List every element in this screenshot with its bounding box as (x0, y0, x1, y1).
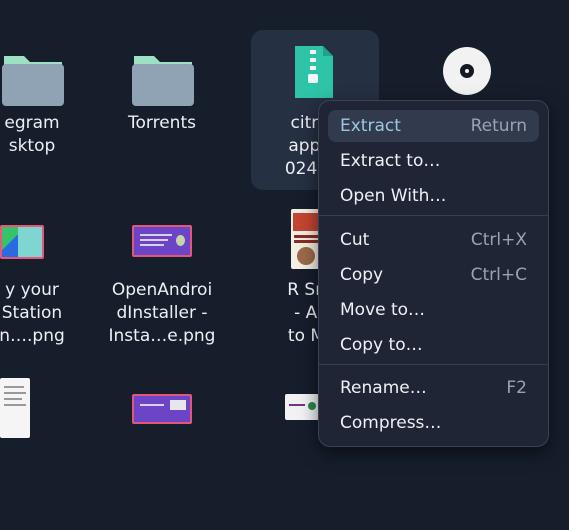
menu-item-move-to[interactable]: Move to… (328, 294, 539, 326)
file-item-image-3[interactable] (98, 370, 226, 530)
context-menu: Extract Return Extract to… Open With… Cu… (318, 100, 549, 447)
menu-item-label: Compress… (340, 413, 442, 433)
menu-item-extract-to[interactable]: Extract to… (328, 145, 539, 177)
menu-item-rename[interactable]: Rename… F2 (328, 372, 539, 404)
menu-item-label: Copy to… (340, 335, 423, 355)
book-cover-thumbnail (291, 209, 321, 269)
menu-item-open-with[interactable]: Open With… (328, 180, 539, 212)
menu-separator (319, 364, 548, 365)
menu-item-label: Open With… (340, 186, 447, 206)
menu-item-shortcut: F2 (506, 378, 527, 398)
image-thumbnail (285, 394, 319, 420)
file-label: y your Station n….png (0, 280, 65, 346)
file-item-torrents[interactable]: Torrents (98, 30, 226, 190)
menu-item-shortcut: Return (470, 116, 527, 136)
menu-item-label: Move to… (340, 300, 426, 320)
menu-item-extract[interactable]: Extract Return (328, 110, 539, 142)
file-label: OpenAndroi dInstaller - Insta…e.png (108, 280, 216, 346)
menu-item-copy-to[interactable]: Copy to… (328, 329, 539, 361)
menu-item-label: Copy (340, 265, 384, 285)
file-item-document[interactable] (0, 370, 96, 530)
document-thumbnail (0, 378, 30, 438)
menu-item-copy[interactable]: Copy Ctrl+C (328, 259, 539, 291)
menu-item-shortcut: Ctrl+C (470, 265, 527, 285)
file-label: egram sktop (4, 113, 60, 156)
disc-icon (443, 47, 491, 95)
menu-item-label: Extract (340, 116, 401, 136)
menu-item-label: Rename… (340, 378, 427, 398)
folder-icon (2, 56, 64, 106)
menu-item-label: Extract to… (340, 151, 441, 171)
image-thumbnail (0, 225, 44, 259)
folder-icon (132, 56, 194, 106)
image-thumbnail (132, 225, 192, 257)
menu-item-cut[interactable]: Cut Ctrl+X (328, 224, 539, 256)
file-item-playstation-png[interactable]: y your Station n….png (0, 205, 96, 365)
file-item-openandroidinstaller-png[interactable]: OpenAndroi dInstaller - Insta…e.png (98, 205, 226, 365)
image-thumbnail (132, 394, 192, 424)
file-label: Torrents (128, 113, 196, 133)
menu-item-shortcut: Ctrl+X (470, 230, 527, 250)
menu-item-compress[interactable]: Compress… (328, 407, 539, 439)
menu-separator (319, 215, 548, 216)
menu-item-label: Cut (340, 230, 370, 250)
archive-icon (295, 46, 333, 98)
file-item-telegram-desktop[interactable]: egram sktop (0, 30, 96, 190)
